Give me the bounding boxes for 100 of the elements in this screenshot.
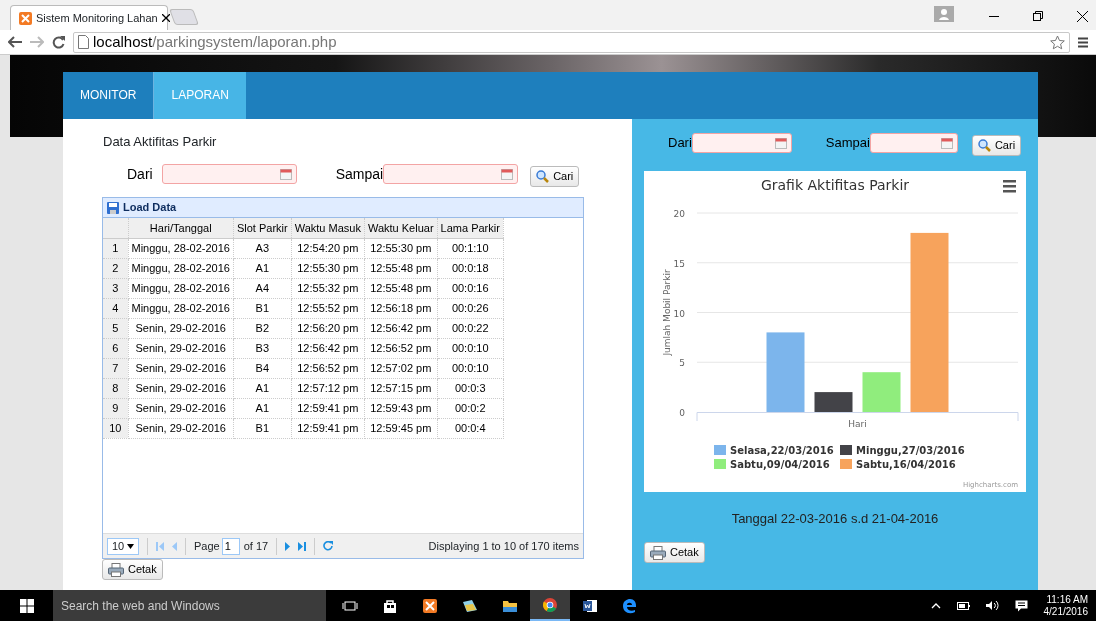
row-number: 4 xyxy=(103,298,128,318)
print-button[interactable]: Cetak xyxy=(102,559,163,580)
notification-icon[interactable] xyxy=(1014,599,1028,612)
printer-icon xyxy=(650,545,666,560)
table-cell: 12:59:43 pm xyxy=(364,398,438,418)
table-cell: 12:55:30 pm xyxy=(364,238,438,258)
table-cell: 12:56:42 pm xyxy=(291,338,365,358)
table-cell: 00:0:2 xyxy=(437,398,504,418)
calendar-icon[interactable] xyxy=(279,168,292,180)
page-icon xyxy=(78,35,89,49)
next-page-icon[interactable] xyxy=(285,541,291,551)
date-field[interactable] xyxy=(691,133,792,153)
browser-tab[interactable]: Sistem Monitoring Lahan xyxy=(10,5,168,30)
edge-icon xyxy=(622,597,638,614)
date-field[interactable] xyxy=(869,133,958,153)
column-header: Waktu Masuk xyxy=(291,218,365,238)
table-cell: 12:55:30 pm xyxy=(291,258,365,278)
print-button[interactable]: Cetak xyxy=(644,542,705,563)
table-cell: 00:0:26 xyxy=(437,298,504,318)
star-icon[interactable] xyxy=(1050,34,1065,50)
table-cell: 12:57:15 pm xyxy=(364,378,438,398)
legend-item[interactable]: Selasa,22/03/2016 xyxy=(714,445,834,456)
page-size-select[interactable]: 10 xyxy=(107,537,139,555)
battery-icon[interactable] xyxy=(956,601,970,610)
menu-icon[interactable] xyxy=(1003,180,1016,193)
axis-tick-label: 5 xyxy=(679,358,685,369)
table-cell: Senin, 29-02-2016 xyxy=(128,418,234,438)
last-page-icon[interactable] xyxy=(298,541,307,551)
chevron-up-icon[interactable] xyxy=(930,602,941,609)
reload-icon[interactable] xyxy=(52,35,65,49)
table-cell: 00:0:4 xyxy=(437,418,504,438)
back-icon[interactable] xyxy=(8,36,22,48)
row-number: 5 xyxy=(103,318,128,338)
search-button[interactable]: Cari xyxy=(530,165,580,187)
date-field[interactable] xyxy=(383,164,519,184)
row-number: 1 xyxy=(103,238,128,258)
calendar-icon[interactable] xyxy=(501,168,514,180)
restore-icon[interactable] xyxy=(1033,11,1043,21)
table-cell: 12:56:20 pm xyxy=(291,318,365,338)
table-cell: 00:0:22 xyxy=(437,318,504,338)
close-icon[interactable] xyxy=(1077,10,1088,22)
row-number: 3 xyxy=(103,278,128,298)
page-number-field[interactable]: 1 xyxy=(221,537,240,555)
table-cell: A3 xyxy=(233,238,292,258)
table-cell: 12:59:45 pm xyxy=(364,418,438,438)
minimize-icon[interactable] xyxy=(989,16,999,18)
speaker-icon[interactable] xyxy=(985,600,999,611)
table-cell: Minggu, 28-02-2016 xyxy=(128,258,234,278)
table-cell: Senin, 29-02-2016 xyxy=(128,358,234,378)
column-header: Lama Parkir xyxy=(437,218,504,238)
chrome-icon xyxy=(542,596,558,613)
table-cell: 12:59:41 pm xyxy=(291,418,365,438)
taskbar-clock[interactable]: 11:16 AM 4/21/2016 xyxy=(1043,593,1088,618)
section-heading: Data Aktifitas Parkir xyxy=(103,134,218,150)
row-number: 7 xyxy=(103,358,128,378)
table-cell: Minggu, 28-02-2016 xyxy=(128,298,234,318)
field-label: Dari xyxy=(668,134,692,153)
address-bar[interactable]: localhost/parkingsystem/laporan.php xyxy=(73,31,1070,53)
table-cell: 12:57:12 pm xyxy=(291,378,365,398)
close-icon[interactable] xyxy=(161,14,170,22)
bar[interactable] xyxy=(814,392,853,412)
axis-category-label: Hari xyxy=(848,419,867,429)
table-cell: 12:55:48 pm xyxy=(364,278,438,298)
search-button[interactable]: Cari xyxy=(971,134,1022,156)
table-cell: A1 xyxy=(233,378,292,398)
field-label: Dari xyxy=(127,164,153,184)
start-icon[interactable] xyxy=(20,598,34,613)
table-cell: Senin, 29-02-2016 xyxy=(128,398,234,418)
legend-item[interactable]: Sabtu,16/04/2016 xyxy=(840,459,956,470)
axis-tick-label: 15 xyxy=(673,258,685,269)
column-header: Hari/Tanggal xyxy=(128,218,234,238)
table-cell: 12:55:48 pm xyxy=(364,258,438,278)
table-cell: Senin, 29-02-2016 xyxy=(128,378,234,398)
legend-item[interactable]: Sabtu,09/04/2016 xyxy=(714,459,830,470)
calendar-icon[interactable] xyxy=(940,137,953,149)
menu-icon[interactable] xyxy=(1078,36,1088,48)
legend-item[interactable]: Minggu,27/03/2016 xyxy=(840,445,965,456)
refresh-icon[interactable] xyxy=(323,541,334,551)
taskbar-search-field[interactable]: Search the web and Windows xyxy=(53,590,326,621)
date-field[interactable] xyxy=(161,164,297,184)
calendar-icon[interactable] xyxy=(774,137,787,149)
search-icon xyxy=(536,169,550,183)
page-label: Page xyxy=(194,538,220,554)
table-cell: 12:56:52 pm xyxy=(364,338,438,358)
table-cell: B1 xyxy=(233,298,292,318)
row-number-header xyxy=(103,218,128,238)
table-cell: 00:0:3 xyxy=(437,378,504,398)
grid-title: Load Data xyxy=(123,200,177,216)
axis-tick-label: 20 xyxy=(673,209,685,219)
table-cell: B4 xyxy=(233,358,292,378)
column-header: Waktu Keluar xyxy=(364,218,438,238)
axis-tick-label: 0 xyxy=(679,408,685,418)
table-cell: A4 xyxy=(233,278,292,298)
column-header: Slot Parkir xyxy=(233,218,292,238)
taskbar-app[interactable] xyxy=(530,590,570,621)
table-cell: 12:55:52 pm xyxy=(291,298,365,318)
table-cell: B2 xyxy=(233,318,292,338)
row-number: 10 xyxy=(103,418,128,438)
table-cell: A1 xyxy=(233,258,292,278)
save-icon xyxy=(107,201,119,214)
